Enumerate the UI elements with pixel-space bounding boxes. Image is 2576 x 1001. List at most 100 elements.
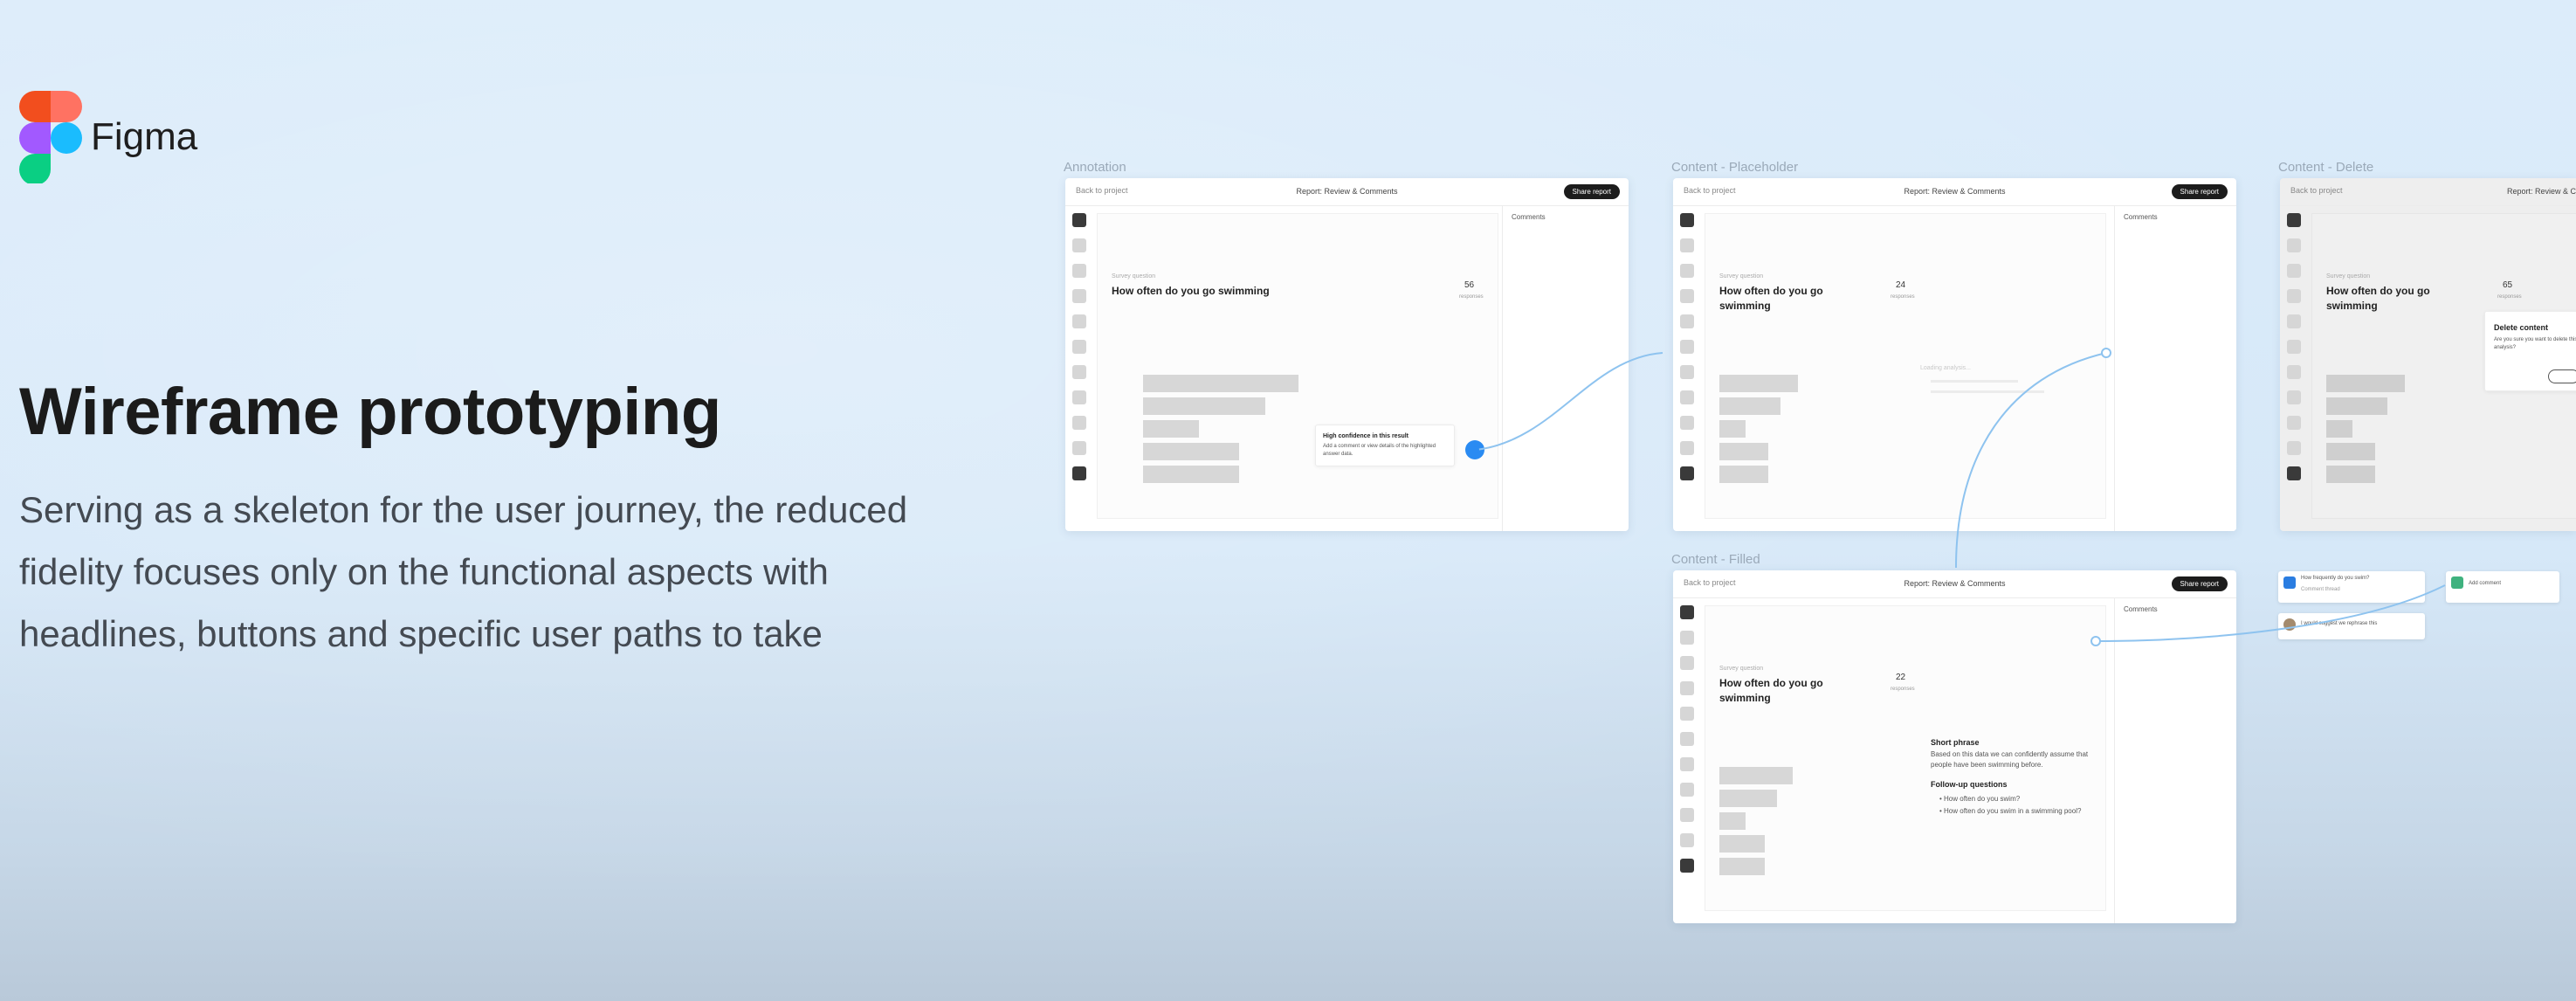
share-button[interactable]: Share report — [1563, 184, 1620, 199]
dialog-confirm-button[interactable] — [2548, 369, 2576, 383]
comment-chip[interactable]: Add comment — [2446, 571, 2559, 603]
tool-icon[interactable] — [1072, 238, 1086, 252]
delete-dialog[interactable]: Delete content Are you sure you want to … — [2484, 311, 2576, 391]
frame-topbar: Back to project Report: Review & Comment… — [1673, 178, 2236, 206]
frame-content-delete[interactable]: Back to project Report: Review & Com Sur… — [2280, 178, 2576, 531]
tool-icon[interactable] — [1072, 264, 1086, 278]
followup-item-text: How often do you swim? — [1944, 795, 2021, 803]
placeholder-bar — [1719, 767, 1793, 784]
tool-icon[interactable] — [2287, 340, 2301, 354]
tool-icon[interactable] — [2287, 213, 2301, 227]
tool-icon[interactable] — [1680, 859, 1694, 873]
tool-icon[interactable] — [1680, 833, 1694, 847]
tool-icon[interactable] — [2287, 289, 2301, 303]
tool-icon[interactable] — [2287, 314, 2301, 328]
placeholder-bar — [2326, 375, 2405, 392]
tool-rail — [1680, 213, 1696, 492]
tool-icon[interactable] — [1072, 441, 1086, 455]
placeholder-bar — [1719, 375, 1798, 392]
share-button[interactable]: Share report — [2171, 576, 2228, 591]
brand: Figma — [19, 91, 197, 185]
response-count: 65 — [2503, 280, 2513, 290]
placeholder-bar — [2326, 443, 2375, 460]
frame-label-filled: Content - Filled — [1671, 552, 1760, 567]
tool-icon[interactable] — [2287, 238, 2301, 252]
tool-icon[interactable] — [1072, 289, 1086, 303]
tool-icon[interactable] — [1680, 416, 1694, 430]
page-description: Serving as a skeleton for the user journ… — [19, 489, 908, 654]
insight-paragraph: Based on this data we can confidently as… — [1931, 750, 2089, 769]
hotspot-dot[interactable] — [1465, 440, 1484, 459]
placeholder-line — [1931, 380, 2018, 383]
tool-icon[interactable] — [1680, 808, 1694, 822]
followup-item: • How often do you swim in a swimming po… — [1939, 807, 2082, 815]
tool-icon[interactable] — [1680, 365, 1694, 379]
back-link[interactable]: Back to project — [2290, 186, 2343, 195]
tool-icon[interactable] — [1072, 365, 1086, 379]
tool-icon[interactable] — [1680, 238, 1694, 252]
tool-icon[interactable] — [1072, 314, 1086, 328]
tool-icon[interactable] — [1680, 732, 1694, 746]
placeholder-bar — [1143, 397, 1265, 415]
comment-text: I would suggest we rephrase this — [2301, 621, 2378, 626]
tool-icon[interactable] — [2287, 365, 2301, 379]
comment-text: Add comment — [2469, 581, 2502, 586]
placeholder-bar — [1719, 858, 1765, 875]
comment-subtext: Comment thread — [2301, 587, 2340, 592]
placeholder-bar — [1719, 790, 1777, 807]
placeholder-bar — [1719, 466, 1768, 483]
tool-icon[interactable] — [1680, 213, 1694, 227]
placeholder-bar — [1719, 397, 1780, 415]
tool-icon[interactable] — [1680, 289, 1694, 303]
frame-content-filled[interactable]: Back to project Report: Review & Comment… — [1673, 570, 2236, 923]
tool-icon[interactable] — [1680, 707, 1694, 721]
frame-annotation[interactable]: Back to project Report: Review & Comment… — [1065, 178, 1629, 531]
comment-text: How frequently do you swim? — [2301, 576, 2370, 581]
report-main: Survey question How often do you go swim… — [1705, 213, 2106, 519]
comments-panel: Comments — [1502, 206, 1624, 531]
tool-icon[interactable] — [2287, 466, 2301, 480]
placeholder-bar — [1143, 375, 1298, 392]
tool-icon[interactable] — [1680, 631, 1694, 645]
dialog-text: Are you sure you want to delete this ana… — [2494, 337, 2576, 350]
tool-icon[interactable] — [1680, 390, 1694, 404]
report-main: Survey question How often do you go swim… — [1097, 213, 1498, 519]
response-count: 22 — [1896, 673, 1906, 682]
tool-icon[interactable] — [1680, 314, 1694, 328]
tool-icon[interactable] — [1680, 681, 1694, 695]
page-title: Wireframe prototyping — [19, 375, 721, 449]
comments-title: Comments — [1512, 213, 1546, 221]
tool-icon[interactable] — [1072, 416, 1086, 430]
placeholder-bar — [1719, 443, 1768, 460]
tool-icon[interactable] — [1072, 466, 1086, 480]
share-button[interactable]: Share report — [2171, 184, 2228, 199]
tool-icon[interactable] — [1680, 264, 1694, 278]
tool-icon[interactable] — [2287, 441, 2301, 455]
comment-chip[interactable]: How frequently do you swim? Comment thre… — [2278, 571, 2425, 603]
placeholder-bar — [1719, 420, 1746, 438]
tool-icon[interactable] — [1680, 783, 1694, 797]
tool-icon[interactable] — [2287, 264, 2301, 278]
comments-panel: Comments — [2114, 206, 2236, 531]
frame-content-placeholder[interactable]: Back to project Report: Review & Comment… — [1673, 178, 2236, 531]
tool-icon[interactable] — [1680, 466, 1694, 480]
tool-icon[interactable] — [1072, 340, 1086, 354]
placeholder-bar — [2326, 466, 2375, 483]
tool-icon[interactable] — [1072, 213, 1086, 227]
tool-icon[interactable] — [1680, 340, 1694, 354]
placeholder-bar — [1143, 466, 1239, 483]
annotation-text: Add a comment or view details of the hig… — [1323, 444, 1436, 457]
comment-chip[interactable]: I would suggest we rephrase this — [2278, 613, 2425, 639]
question-caption: Survey question — [1112, 273, 1156, 280]
placeholder-line — [1931, 390, 2044, 393]
tool-icon[interactable] — [1680, 757, 1694, 771]
tool-icon[interactable] — [1072, 390, 1086, 404]
tool-icon[interactable] — [2287, 390, 2301, 404]
tool-rail — [1072, 213, 1088, 492]
tool-icon[interactable] — [1680, 656, 1694, 670]
tool-icon[interactable] — [1680, 441, 1694, 455]
tool-icon[interactable] — [1680, 605, 1694, 619]
annotation-card[interactable]: High confidence in this result Add a com… — [1315, 425, 1455, 466]
placeholder-bar — [1143, 420, 1199, 438]
tool-icon[interactable] — [2287, 416, 2301, 430]
